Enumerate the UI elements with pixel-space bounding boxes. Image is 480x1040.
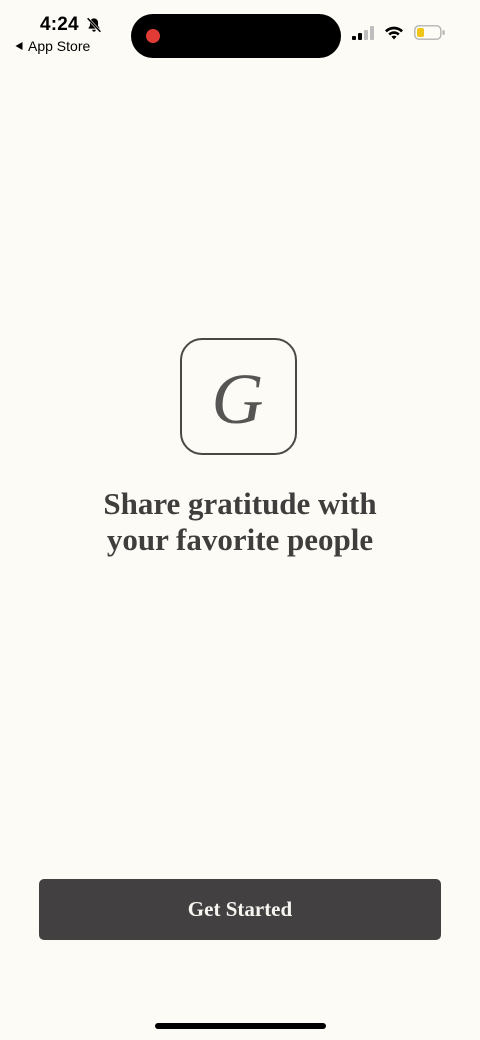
status-indicators — [352, 25, 446, 40]
tagline-line-2: your favorite people — [106, 522, 374, 557]
status-bar: 4:24 App Store — [0, 0, 480, 70]
recording-indicator — [146, 29, 160, 43]
get-started-button[interactable]: Get Started — [39, 879, 441, 940]
cellular-signal-icon — [352, 25, 374, 40]
tagline-line-1: Share gratitude with — [103, 486, 377, 521]
logo-letter: G — [211, 358, 264, 439]
back-label: App Store — [28, 38, 91, 54]
wifi-icon — [385, 26, 403, 40]
battery-low-icon — [414, 25, 445, 40]
back-to-app-store[interactable]: App Store — [14, 38, 90, 54]
dynamic-island — [131, 14, 341, 58]
home-indicator[interactable] — [155, 1023, 326, 1029]
back-arrow-icon — [15, 42, 23, 50]
time-group: 4:24 — [40, 14, 103, 36]
onboarding-tagline: Share gratitude with your favorite peopl… — [40, 486, 440, 558]
app-logo: G — [180, 338, 297, 455]
status-time: 4:24 — [40, 14, 79, 35]
bell-slash-icon — [86, 17, 102, 33]
